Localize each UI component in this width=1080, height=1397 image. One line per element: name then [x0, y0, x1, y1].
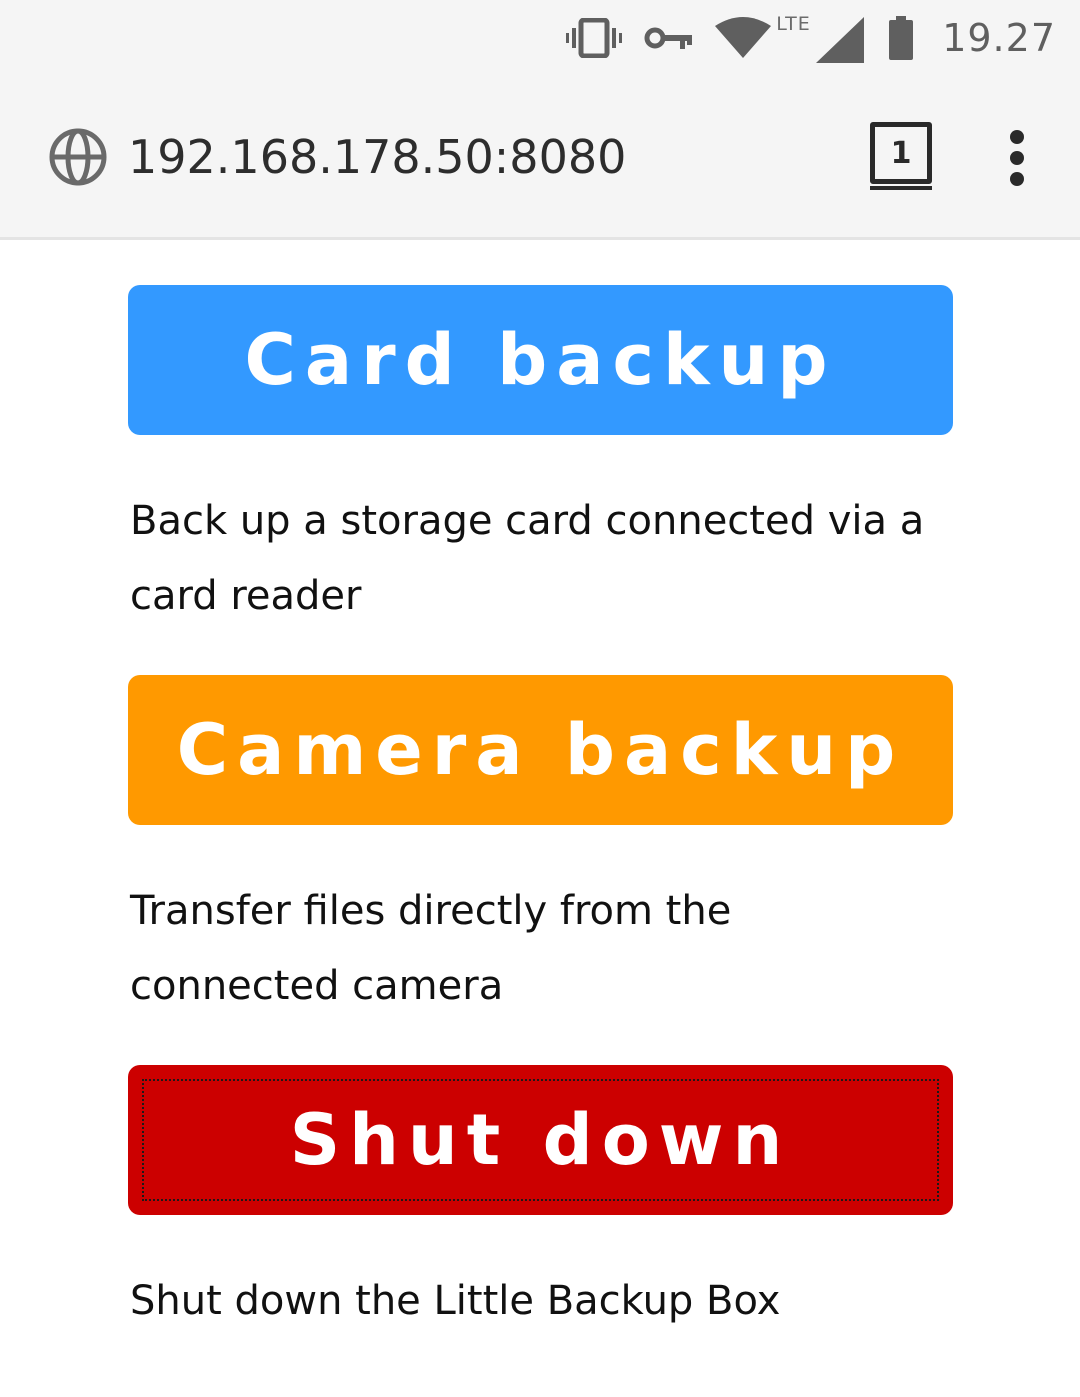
status-clock: 19.27 [942, 16, 1056, 60]
more-menu-icon[interactable] [1003, 130, 1031, 186]
card-backup-description: Back up a storage card connected via a c… [130, 498, 925, 619]
network-type-label: LTE [776, 13, 811, 35]
shutdown-button[interactable]: Shut down [128, 1065, 953, 1215]
status-bar: LTE 19.27 [0, 0, 1080, 76]
lte-signal: LTE [776, 13, 866, 63]
tab-count: 1 [890, 135, 912, 171]
tab-switcher-icon: 1 [870, 122, 932, 184]
card-backup-button[interactable]: Card backup [128, 285, 953, 435]
browser-toolbar: 192.168.178.50:8080 1 [0, 76, 1080, 240]
vpn-key-icon [644, 27, 693, 49]
vibrate-icon [566, 18, 623, 58]
shutdown-description: Shut down the Little Backup Box [130, 1278, 781, 1324]
lte-signal-icon [816, 17, 865, 63]
status-icons: LTE 19.27 [566, 0, 1056, 76]
address-bar-url[interactable]: 192.168.178.50:8080 [128, 128, 626, 186]
camera-backup-button[interactable]: Camera backup [128, 675, 953, 825]
globe-icon [49, 128, 107, 186]
battery-icon [889, 16, 914, 60]
camera-backup-description: Transfer files directly from the connect… [130, 888, 732, 1009]
tab-switcher-underline [870, 186, 932, 190]
wifi-icon [715, 17, 772, 58]
tab-switcher-button[interactable]: 1 [868, 120, 932, 192]
